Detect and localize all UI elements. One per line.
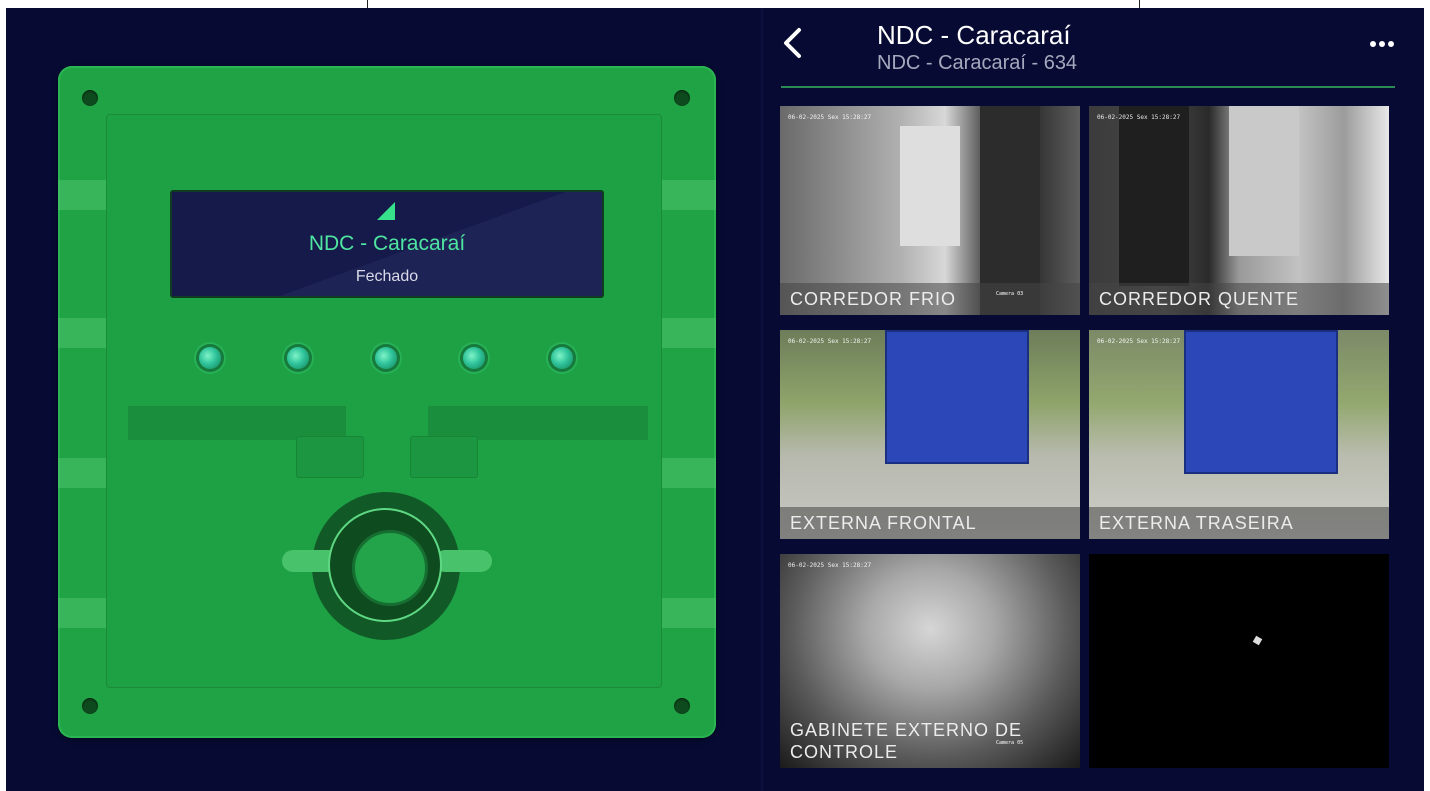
status-led-2 <box>287 347 309 369</box>
status-led-3 <box>375 347 397 369</box>
strip-tick <box>1139 0 1140 8</box>
camera-label: EXTERNA FRONTAL <box>790 513 977 533</box>
device-display: NDC - Caracaraí Fechado <box>170 190 604 298</box>
screw-bottom-left <box>82 698 98 714</box>
side-tab <box>654 318 716 348</box>
knob-handle-right <box>434 550 492 572</box>
app-screen: NDC - Caracaraí Fechado NDC - Caracaraí … <box>6 8 1424 791</box>
header-divider <box>781 86 1395 88</box>
camera-timestamp: 06-02-2025 Sex 15:28:27 <box>788 562 872 569</box>
screw-top-left <box>82 90 98 106</box>
side-tab <box>654 180 716 210</box>
display-status: Fechado <box>355 268 419 285</box>
status-led-5 <box>551 347 573 369</box>
camera-timestamp: 06-02-2025 Sex 15:28:27 <box>1097 114 1181 121</box>
camera-label-bar: GABINETE EXTERNO DE CONTROLE <box>780 720 1080 768</box>
camera-tile-corredor-quente[interactable]: 06-02-2025 Sex 15:28:27 CORREDOR QUENTE <box>1089 106 1389 315</box>
camera-tile-gabinete-externo[interactable]: 06-02-2025 Sex 15:28:27 GABINETE EXTERNO… <box>780 554 1080 768</box>
status-led-1 <box>199 347 221 369</box>
panel-recess-right <box>428 406 648 440</box>
camera-tile-externa-traseira[interactable]: 06-02-2025 Sex 15:28:27 EXTERNA TRASEIRA <box>1089 330 1389 539</box>
camera-tag: Camera 05 <box>996 740 1024 746</box>
camera-tile-corredor-frio[interactable]: 06-02-2025 Sex 15:28:27 CORREDOR FRIO Ca… <box>780 106 1080 315</box>
camera-label-bar: CORREDOR QUENTE <box>1089 283 1389 315</box>
camera-label-bar: EXTERNA TRASEIRA <box>1089 507 1389 539</box>
feed-rack <box>1119 106 1189 286</box>
top-border-strip <box>0 0 1430 8</box>
strip-tick <box>367 0 368 8</box>
access-control-device: NDC - Caracaraí Fechado <box>58 66 716 738</box>
camera-tag: Camera 03 <box>996 291 1024 297</box>
signal-icon <box>377 202 395 220</box>
feed-door <box>900 126 960 246</box>
panel-recess-left <box>128 406 346 440</box>
camera-tile-empty[interactable] <box>1089 554 1389 768</box>
status-led-4 <box>463 347 485 369</box>
page-subtitle: NDC - Caracaraí - 634 <box>877 52 1078 74</box>
lock-knob[interactable] <box>352 530 428 606</box>
panel-button-right[interactable] <box>410 436 478 478</box>
page-title: NDC - Caracaraí <box>877 20 1071 50</box>
camera-label-bar: CORREDOR FRIO <box>780 283 1080 315</box>
more-horizontal-icon <box>1370 41 1394 47</box>
camera-label: EXTERNA TRASEIRA <box>1099 513 1294 533</box>
feed-container <box>1184 330 1338 474</box>
feed-artifact <box>1252 635 1263 646</box>
feed-container <box>885 330 1029 464</box>
side-tab <box>654 458 716 488</box>
camera-label: CORREDOR FRIO <box>790 289 956 309</box>
camera-timestamp: 06-02-2025 Sex 15:28:27 <box>788 338 872 345</box>
camera-label: CORREDOR QUENTE <box>1099 289 1300 309</box>
screw-bottom-right <box>674 698 690 714</box>
camera-tile-externa-frontal[interactable]: 06-02-2025 Sex 15:28:27 EXTERNA FRONTAL <box>780 330 1080 539</box>
screw-top-right <box>674 90 690 106</box>
device-pane: NDC - Caracaraí Fechado <box>6 8 761 791</box>
camera-timestamp: 06-02-2025 Sex 15:28:27 <box>788 114 872 121</box>
camera-timestamp: 06-02-2025 Sex 15:28:27 <box>1097 338 1181 345</box>
chevron-left-icon <box>784 28 801 58</box>
camera-pane: NDC - Caracaraí NDC - Caracaraí - 634 06… <box>763 8 1424 791</box>
more-menu-button[interactable] <box>1369 28 1395 54</box>
camera-label: GABINETE EXTERNO DE CONTROLE <box>790 720 1023 762</box>
camera-label-bar: EXTERNA FRONTAL <box>780 507 1080 539</box>
side-tab <box>654 598 716 628</box>
back-button[interactable] <box>781 26 821 66</box>
panel-button-left[interactable] <box>296 436 364 478</box>
feed-door <box>1229 106 1299 256</box>
display-site-name: NDC - Caracaraí <box>308 232 466 255</box>
